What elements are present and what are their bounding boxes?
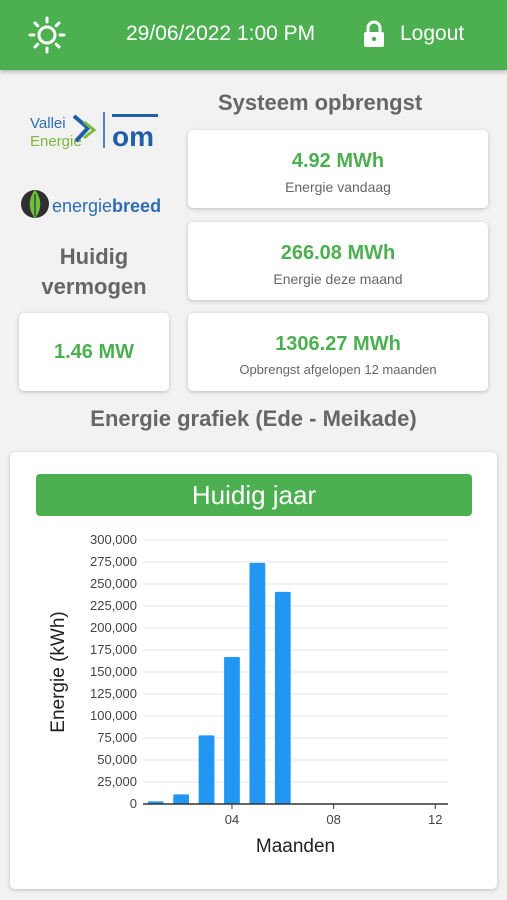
y-tick-label: 100,000 [90,708,137,723]
current-datetime: 29/06/2022 1:00 PM [126,22,316,45]
energy-chart-card: Huidig jaar 0 25,000 50,000 75,000 100,000 12… [10,452,497,889]
y-tick-label: 250,000 [90,576,137,591]
energy-today-label: Energie vandaag [285,179,391,195]
x-tick-label: 12 [428,812,442,827]
energiebreed-text-1: energie [52,196,112,216]
energy-month-card: 266.08 MWh Energie deze maand [188,222,488,300]
svg-text:energiebreed: energiebreed [52,196,161,216]
y-tick-label: 50,000 [97,752,137,767]
x-tick-label: 04 [225,812,239,827]
lock-icon[interactable] [363,20,385,48]
y-tick-label: 150,000 [90,664,137,679]
energy-today-card: 4.92 MWh Energie vandaag [188,130,488,208]
logout-button[interactable]: Logout [400,22,464,46]
current-power-value: 1.46 MW [53,341,135,363]
bar [173,794,190,804]
vallei-logo-text-1: Vallei [30,115,66,132]
sun-icon[interactable] [28,16,66,54]
x-tick-label: 08 [326,812,340,827]
bar [274,591,291,804]
y-tick-label: 175,000 [90,642,137,657]
energy-chart-title: Energie grafiek (Ede - Meikade) [90,406,417,431]
energy-year-value: 1306.27 MWh [275,333,401,355]
energiebreed-text-2: breed [112,196,161,216]
y-tick-label: 225,000 [90,598,137,613]
current-power-card: 1.46 MW [19,313,169,391]
energy-month-value: 266.08 MWh [280,242,396,264]
y-tick-label: 75,000 [97,730,137,745]
energy-bar-chart: 0 25,000 50,000 75,000 100,000 125,000 150,000… [48,532,448,857]
system-output-title: Systeem opbrengst [218,90,423,115]
current-power-title-line1: Huidig [59,244,129,269]
vallei-logo-text-2: Energie [30,133,82,150]
y-tick-label: 300,000 [90,532,137,547]
y-tick-label: 275,000 [90,554,137,569]
y-tick-label: 0 [130,796,137,811]
current-power-title: Huidig vermogen [20,242,168,302]
energiebreed-logo: energiebreed [21,190,161,218]
y-tick-label: 200,000 [90,620,137,635]
energy-month-label: Energie deze maand [273,271,403,287]
bar [249,562,266,804]
energy-year-card: 1306.27 MWh Opbrengst afgelopen 12 maand… [188,313,488,391]
x-axis-title: Maanden [256,836,335,857]
vallei-energie-logo: Vallei Energie om [30,112,158,152]
bar [224,657,240,804]
y-tick-label: 25,000 [97,774,137,789]
energy-year-label: Opbrengst afgelopen 12 maanden [239,362,437,377]
y-tick-label: 125,000 [90,686,137,701]
top-bar: 29/06/2022 1:00 PM Logout [0,0,507,70]
om-logo-text: om [112,121,154,152]
y-axis-title: Energie (kWh) [48,611,69,732]
bar [198,735,215,804]
current-power-title-line2: vermogen [41,274,147,299]
energy-today-value: 4.92 MWh [291,150,385,172]
